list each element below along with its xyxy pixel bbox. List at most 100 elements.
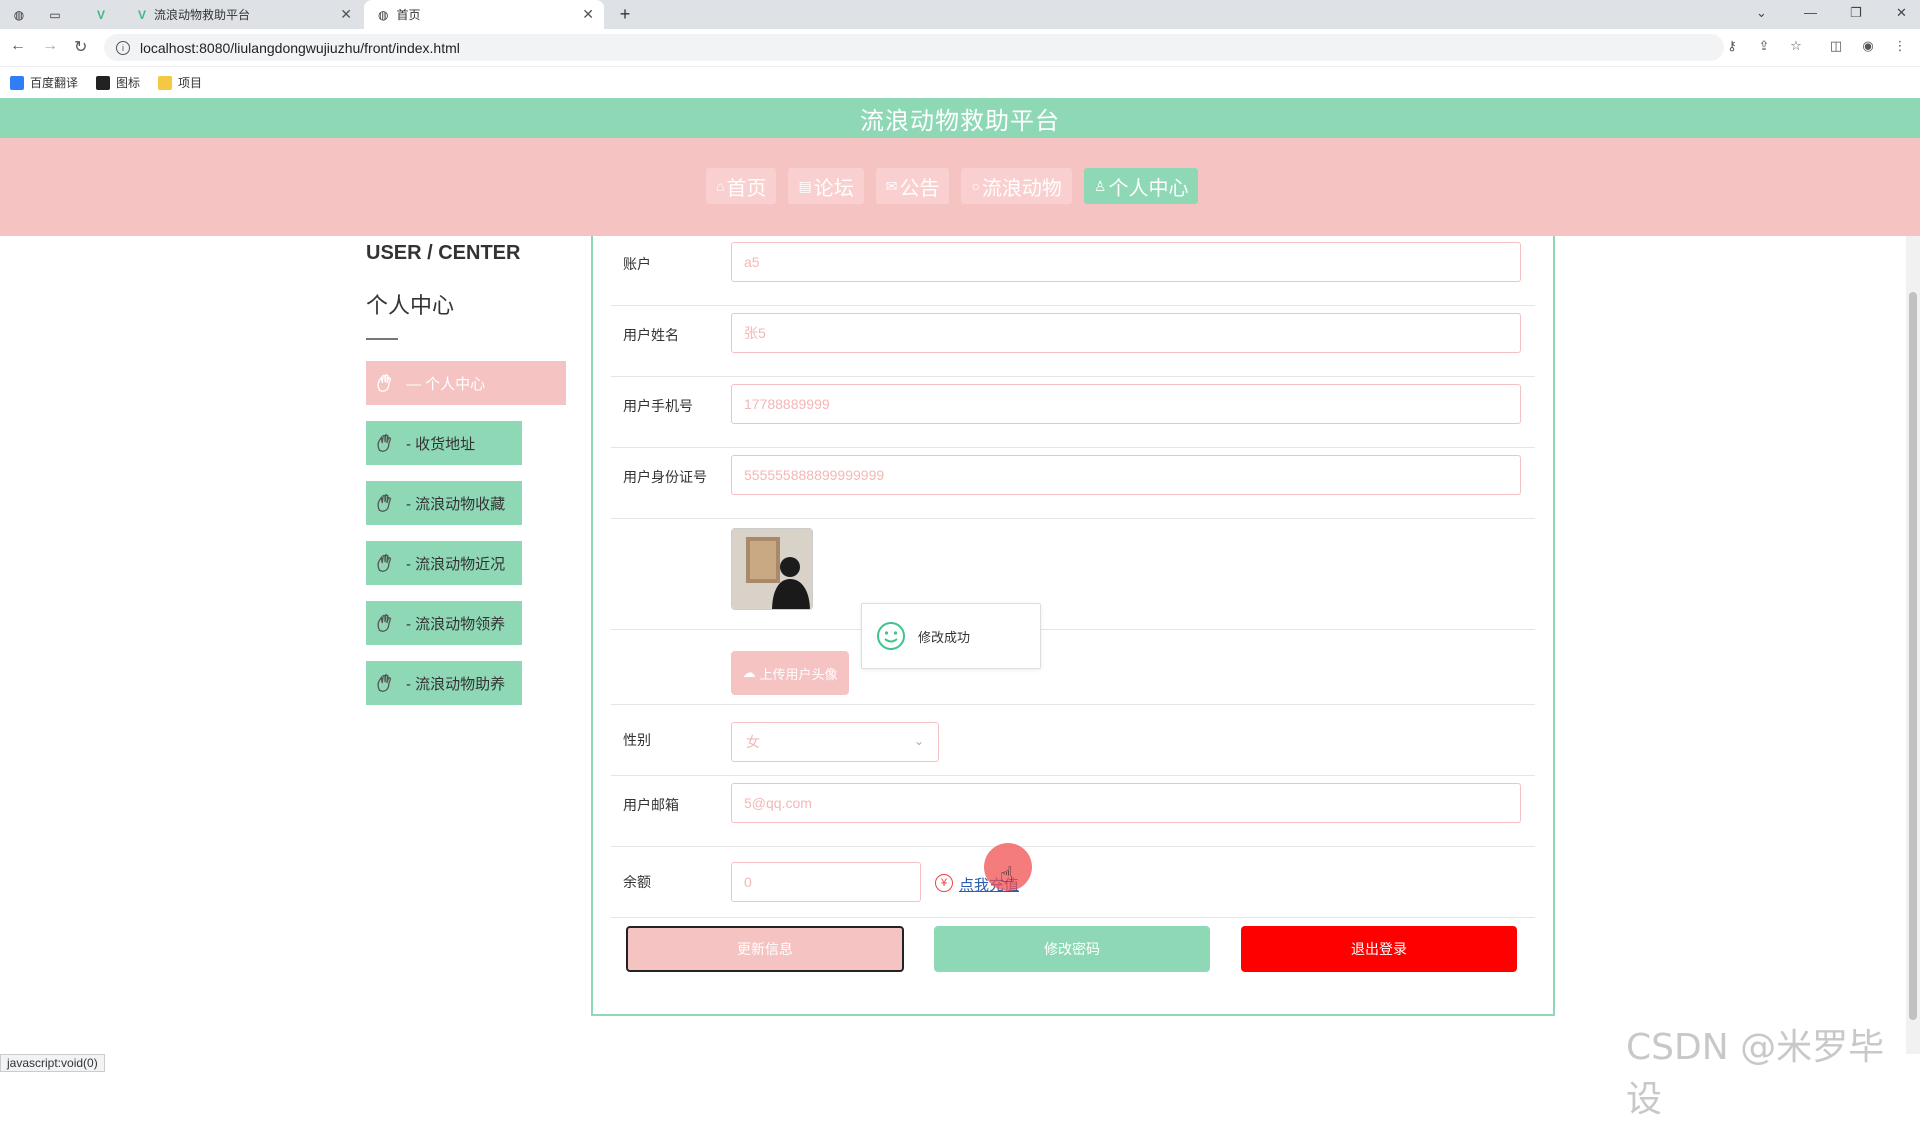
browser-tab[interactable]: ▭ [40, 0, 70, 29]
form-row-name: 用户姓名 张5 [611, 307, 1535, 377]
chevron-down-icon: ⌄ [913, 734, 924, 748]
logout-button[interactable]: 退出登录 [1241, 926, 1517, 972]
profile-form-card: 账户 a5 用户姓名 张5 用户手机号 17788889999 用户身份证号 5… [591, 236, 1555, 1016]
nav-label: 论坛 [813, 177, 854, 200]
bookmarks-bar: 百度翻译 图标 项目 [0, 67, 1920, 98]
change-password-button[interactable]: 修改密码 [934, 926, 1210, 972]
star-icon[interactable]: ☆ [1788, 38, 1804, 54]
hand-icon [377, 553, 392, 572]
avatar-image[interactable] [731, 528, 813, 610]
bookmark-label: 图标 [116, 76, 141, 90]
form-row-balance: 余额 0 ¥ 点我充值 [611, 848, 1535, 918]
circle-icon: ○ [971, 178, 980, 194]
key-icon[interactable]: ⚷ [1724, 38, 1740, 54]
form-row-gender: 性别 女 ⌄ [611, 706, 1535, 776]
nav-notice[interactable]: ✉ 公告 [875, 168, 950, 204]
sidebar-item-label: — 个人中心 [406, 375, 486, 393]
close-icon[interactable]: ✕ [340, 6, 352, 23]
browser-tab-active[interactable]: ◍ 首页 ✕ [364, 0, 604, 29]
tab-title: 首页 [396, 8, 421, 22]
new-tab-button[interactable]: + [610, 0, 640, 29]
profile-icon[interactable]: ◉ [1860, 38, 1876, 54]
sidebar-item-favorites[interactable]: - 流浪动物收藏 [366, 481, 522, 525]
vue-logo-icon: V [96, 7, 105, 22]
sidebar-item-adoption[interactable]: - 流浪动物领养 [366, 601, 522, 645]
field-label: 用户身份证号 [623, 469, 707, 485]
field-label: 性别 [623, 732, 651, 748]
name-field[interactable]: 张5 [731, 313, 1521, 353]
tab-title: 流浪动物救助平台 [154, 8, 251, 22]
main-nav: ⌂ 首页 ▤ 论坛 ✉ 公告 ○ 流浪动物 ♙ 个人中心 [0, 138, 1920, 236]
nav-home[interactable]: ⌂ 首页 [706, 168, 777, 204]
image-icon [96, 75, 111, 90]
user-icon: ♙ [1093, 177, 1107, 194]
home-icon: ⌂ [716, 178, 725, 194]
menu-icon[interactable]: ⋮ [1892, 38, 1908, 54]
globe-icon: ◍ [378, 7, 389, 22]
browser-status-bar: javascript:void(0) [0, 1054, 105, 1072]
sidepanel-icon[interactable]: ◫ [1828, 38, 1844, 54]
browser-tab[interactable]: V [86, 0, 116, 29]
bookmark-label: 百度翻译 [30, 76, 79, 90]
close-window-icon[interactable]: ✕ [1896, 5, 1907, 21]
forum-icon: ▤ [798, 177, 812, 194]
nav-label: 个人中心 [1108, 177, 1189, 200]
info-icon[interactable]: i [116, 40, 130, 55]
mail-icon: ✉ [885, 177, 898, 194]
field-label: 账户 [623, 256, 651, 272]
sidebar-item-status[interactable]: - 流浪动物近况 [366, 541, 522, 585]
bookmark-item[interactable]: 图标 [96, 74, 140, 91]
sidebar-item-label: - 收货地址 [406, 435, 476, 453]
browser-tab[interactable]: ◍ [4, 0, 34, 29]
hand-icon [377, 433, 392, 452]
account-field[interactable]: a5 [731, 242, 1521, 282]
close-icon[interactable]: ✕ [582, 6, 594, 23]
update-info-button[interactable]: 更新信息 [626, 926, 904, 972]
upload-avatar-button[interactable]: ☁ 上传用户头像 [731, 651, 849, 695]
address-bar: ← → ↻ i localhost:8080/liulangdongwujiuz… [0, 29, 1920, 67]
idcard-field[interactable]: 555555888899999999 [731, 455, 1521, 495]
share-icon[interactable]: ⇪ [1756, 38, 1772, 54]
nav-label: 公告 [899, 177, 940, 200]
restore-icon[interactable]: ❐ [1850, 5, 1862, 21]
gender-select[interactable]: 女 ⌄ [731, 722, 939, 762]
hand-icon [377, 493, 392, 512]
form-row-account: 账户 a5 [611, 236, 1535, 306]
nav-animals[interactable]: ○ 流浪动物 [961, 168, 1072, 204]
phone-field[interactable]: 17788889999 [731, 384, 1521, 424]
hand-icon [377, 613, 392, 632]
sidebar-item-user-center[interactable]: — 个人中心 [366, 361, 566, 405]
browser-tab[interactable]: V 流浪动物救助平台 ✕ [124, 0, 362, 29]
minimize-icon[interactable]: — [1804, 5, 1817, 20]
reload-icon[interactable]: ↻ [74, 37, 87, 57]
translate-icon [10, 75, 24, 90]
scrollbar-thumb[interactable] [1909, 292, 1917, 1020]
bookmark-item[interactable]: 项目 [158, 74, 202, 91]
nav-user-center[interactable]: ♙ 个人中心 [1083, 168, 1199, 204]
toast-message: 修改成功 [918, 629, 971, 645]
hand-icon [377, 673, 392, 692]
success-toast: 修改成功 [861, 603, 1041, 669]
tab-search-icon[interactable]: ⌄ [1756, 5, 1767, 21]
url-field[interactable]: i localhost:8080/liulangdongwujiuzhu/fro… [104, 34, 1724, 61]
back-icon[interactable]: ← [10, 37, 26, 55]
upload-label: 上传用户头像 [759, 666, 838, 682]
page-scrollbar[interactable] [1906, 236, 1920, 1054]
browser-tab-bar: ◍ ▭ V V 流浪动物救助平台 ✕ ◍ 首页 ✕ + ⌄ — ❐ ✕ [0, 0, 1920, 29]
bookmark-item[interactable]: 百度翻译 [10, 74, 78, 91]
sidebar-item-address[interactable]: - 收货地址 [366, 421, 522, 465]
field-label: 余额 [623, 874, 651, 890]
balance-field[interactable]: 0 [731, 862, 921, 902]
sidebar-item-sponsor[interactable]: - 流浪动物助养 [366, 661, 522, 705]
email-field[interactable]: 5@qq.com [731, 783, 1521, 823]
nav-forum[interactable]: ▤ 论坛 [788, 168, 864, 204]
divider [366, 338, 398, 340]
form-row-avatar [611, 520, 1535, 630]
site-header: 流浪动物救助平台 [0, 98, 1920, 138]
field-label: 用户邮箱 [623, 797, 679, 813]
folder-icon [158, 75, 173, 90]
forward-icon[interactable]: → [42, 37, 58, 55]
sidebar-item-label: - 流浪动物近况 [406, 555, 506, 573]
nav-label: 流浪动物 [981, 177, 1062, 200]
yen-icon: ¥ [935, 874, 953, 892]
